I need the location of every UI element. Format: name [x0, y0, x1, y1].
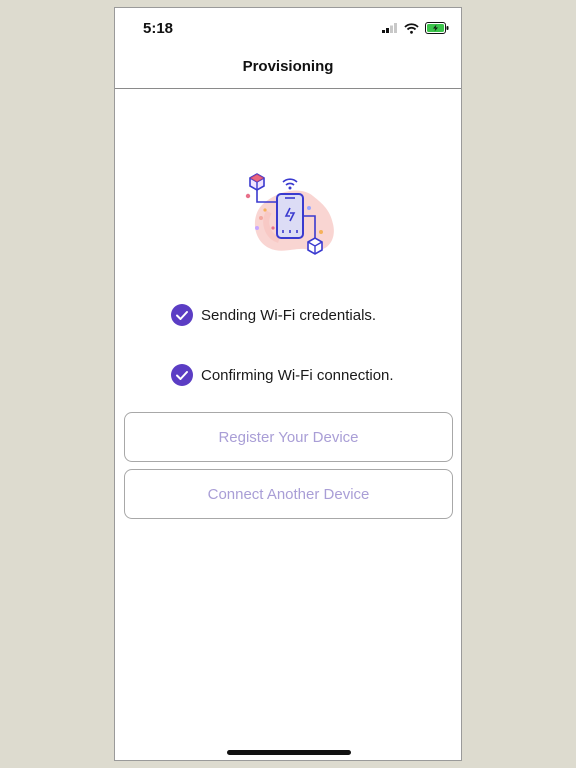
- step-confirming-connection: Confirming Wi-Fi connection.: [171, 364, 394, 386]
- check-circle-icon: [171, 364, 193, 386]
- cellular-signal-icon: [382, 23, 397, 33]
- battery-charging-icon: [425, 22, 449, 34]
- status-time: 5:18: [143, 20, 174, 37]
- check-circle-icon: [171, 304, 193, 326]
- wifi-icon: [404, 22, 419, 34]
- connect-another-device-button[interactable]: Connect Another Device: [124, 469, 453, 519]
- step-label: Confirming Wi-Fi connection.: [201, 366, 394, 384]
- page-title: Provisioning: [242, 58, 334, 75]
- register-device-button[interactable]: Register Your Device: [124, 412, 453, 462]
- home-indicator[interactable]: [227, 750, 351, 755]
- provisioning-illustration: [245, 173, 334, 255]
- status-icons: [382, 22, 449, 34]
- step-sending-credentials: Sending Wi-Fi credentials.: [171, 304, 376, 326]
- step-label: Sending Wi-Fi credentials.: [201, 306, 377, 324]
- phone-screen: 5:18 Provisioning Sending Wi-Fi credenti…: [114, 7, 462, 761]
- status-bar: 5:18: [115, 8, 461, 48]
- navigation-bar: Provisioning: [115, 48, 461, 89]
